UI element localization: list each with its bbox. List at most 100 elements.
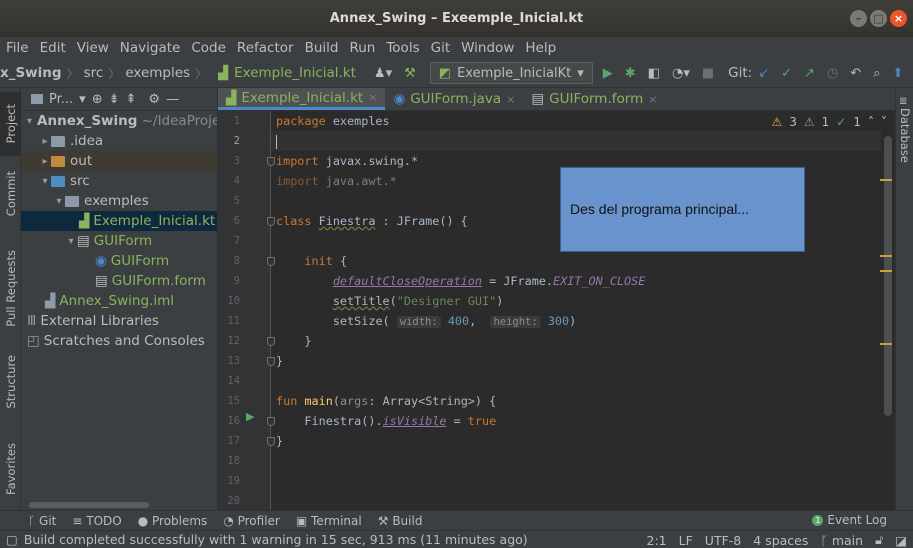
menu-window[interactable]: Window bbox=[461, 40, 514, 56]
menu-run[interactable]: Run bbox=[349, 40, 375, 56]
fold-icon[interactable] bbox=[267, 257, 275, 266]
breadcrumb-exemples[interactable]: exemples bbox=[125, 65, 190, 81]
tool-tab-structure[interactable]: Structure bbox=[0, 346, 21, 418]
minimize-button[interactable]: – bbox=[850, 10, 867, 27]
tree-item-external-libraries[interactable]: Ⅲ External Libraries bbox=[21, 311, 217, 331]
tool-tab-pull-requests[interactable]: Pull Requests bbox=[0, 238, 21, 338]
close-icon[interactable]: × bbox=[506, 93, 515, 106]
breadcrumb-project[interactable]: x_Swing bbox=[0, 65, 62, 81]
fold-icon[interactable] bbox=[267, 217, 275, 226]
tree-item-out[interactable]: ▸ out bbox=[21, 151, 217, 171]
debug-icon[interactable]: ✱ bbox=[625, 66, 636, 81]
line-number: 10 bbox=[227, 295, 240, 307]
menu-code[interactable]: Code bbox=[191, 40, 226, 56]
inspection-widget[interactable]: ⚠ 3 ⚠ 1 ✓ 1 ˄ ˅ bbox=[771, 115, 887, 129]
collapse-all-icon[interactable]: ⇞ bbox=[126, 92, 137, 107]
close-icon[interactable]: × bbox=[368, 91, 377, 104]
fold-icon[interactable] bbox=[267, 417, 275, 426]
tree-item-exemple-inicial[interactable]: ▟ Exemple_Inicial.kt bbox=[21, 211, 217, 231]
lock-icon[interactable]: 🔓︎ bbox=[875, 532, 883, 548]
tree-item-guiform-folder[interactable]: ▾ ▤ GUIForm bbox=[21, 231, 217, 251]
tab-exemple-inicial[interactable]: ▟ Exemple_Inicial.kt × bbox=[218, 88, 386, 110]
tree-item-exemples[interactable]: ▾ exemples bbox=[21, 191, 217, 211]
tool-tab-project[interactable]: Project bbox=[0, 92, 21, 156]
tree-item-idea[interactable]: ▸ .idea bbox=[21, 131, 217, 151]
status-message[interactable]: Build completed successfully with 1 warn… bbox=[24, 532, 528, 547]
fold-icon[interactable] bbox=[267, 157, 275, 166]
search-icon[interactable]: ⌕ bbox=[873, 66, 880, 81]
run-icon[interactable]: ▶ bbox=[603, 66, 613, 81]
tree-item-guiform-class[interactable]: ◉ GUIForm bbox=[21, 251, 217, 271]
stop-icon[interactable]: ■ bbox=[702, 66, 714, 81]
warning-marker[interactable] bbox=[880, 270, 892, 272]
user-add-icon[interactable]: ♟▾ bbox=[374, 66, 392, 81]
fold-icon[interactable] bbox=[267, 437, 275, 446]
profile-icon[interactable]: ◔▾ bbox=[672, 66, 690, 81]
project-view-select[interactable]: Pr... bbox=[49, 92, 73, 107]
menu-edit[interactable]: Edit bbox=[40, 40, 66, 56]
horizontal-scrollbar[interactable] bbox=[29, 502, 149, 508]
tree-item-src[interactable]: ▾ src bbox=[21, 171, 217, 191]
maximize-button[interactable]: □ bbox=[870, 10, 887, 27]
warning-marker[interactable] bbox=[880, 255, 892, 257]
event-log-button[interactable]: 1 Event Log bbox=[812, 513, 887, 527]
hide-panel-icon[interactable]: — bbox=[166, 92, 179, 107]
vertical-scrollbar[interactable] bbox=[884, 136, 892, 416]
tree-item-scratches[interactable]: ◰ Scratches and Consoles bbox=[21, 331, 217, 351]
fold-icon[interactable] bbox=[267, 337, 275, 346]
menu-view[interactable]: View bbox=[77, 40, 109, 56]
caret-position[interactable]: 2:1 bbox=[647, 533, 667, 548]
indent-setting[interactable]: 4 spaces bbox=[753, 533, 808, 548]
tree-item-iml[interactable]: ▟ Annex_Swing.iml bbox=[21, 291, 217, 311]
tool-window-todo[interactable]: ≡ TODO bbox=[72, 514, 121, 528]
git-push-icon[interactable]: ↗ bbox=[804, 66, 815, 81]
git-commit-icon[interactable]: ✓ bbox=[781, 66, 792, 81]
history-icon[interactable]: ◷ bbox=[827, 66, 838, 81]
tool-tab-favorites[interactable]: Favorites bbox=[0, 432, 21, 506]
memory-icon[interactable]: ◪ bbox=[895, 533, 907, 548]
git-branch-widget[interactable]: ᚴ main bbox=[820, 533, 863, 548]
toggle-tool-windows-icon[interactable]: ▢ bbox=[6, 532, 18, 547]
menu-tools[interactable]: Tools bbox=[386, 40, 419, 56]
warning-marker[interactable] bbox=[880, 179, 892, 181]
file-encoding[interactable]: UTF-8 bbox=[705, 533, 741, 548]
close-button[interactable]: × bbox=[890, 10, 907, 27]
fold-icon[interactable] bbox=[267, 357, 275, 366]
menu-build[interactable]: Build bbox=[305, 40, 339, 56]
menu-refactor[interactable]: Refactor bbox=[237, 40, 294, 56]
line-number-gutter[interactable]: 1 2 3 4 5 6 7 8 9 10 11 12 13 14 15 16 1… bbox=[218, 111, 275, 510]
tree-item-guiform-form[interactable]: ▤ GUIForm.form bbox=[21, 271, 217, 291]
menu-file[interactable]: File bbox=[6, 40, 29, 56]
tool-window-profiler[interactable]: ◔ Profiler bbox=[223, 514, 280, 528]
tab-guiform-java[interactable]: ◉ GUIForm.java × bbox=[385, 88, 523, 110]
tool-window-problems[interactable]: ● Problems bbox=[138, 514, 208, 528]
rollback-icon[interactable]: ↶ bbox=[850, 66, 861, 81]
chevron-down-icon[interactable]: ˅ bbox=[881, 115, 887, 129]
tool-tab-commit[interactable]: Commit bbox=[0, 164, 21, 224]
breadcrumb-src[interactable]: src bbox=[84, 65, 104, 81]
tree-item-annex-swing[interactable]: ▾ Annex_Swing ~/IdeaProjec bbox=[21, 111, 217, 131]
expand-all-icon[interactable]: ⇟ bbox=[109, 92, 120, 107]
run-gutter-icon[interactable]: ▶ bbox=[246, 410, 254, 423]
menu-navigate[interactable]: Navigate bbox=[120, 40, 181, 56]
run-configuration-select[interactable]: ◩ Exemple_InicialKt ▾ bbox=[429, 62, 593, 84]
tab-guiform-form[interactable]: ▤ GUIForm.form × bbox=[523, 88, 665, 110]
chevron-down-icon[interactable]: ▾ bbox=[79, 92, 86, 107]
tool-window-terminal[interactable]: ▣ Terminal bbox=[296, 514, 362, 528]
gear-icon[interactable]: ⚙ bbox=[148, 92, 160, 107]
breadcrumb-file[interactable]: Exemple_Inicial.kt bbox=[234, 65, 356, 81]
coverage-icon[interactable]: ◧ bbox=[648, 66, 660, 81]
update-ide-icon[interactable]: ⬆ bbox=[892, 66, 903, 81]
line-separator[interactable]: LF bbox=[679, 533, 693, 548]
tool-window-git[interactable]: ᚴ Git bbox=[28, 514, 56, 528]
git-update-icon[interactable]: ↙ bbox=[758, 66, 769, 81]
chevron-up-icon[interactable]: ˄ bbox=[868, 115, 874, 129]
close-icon[interactable]: × bbox=[648, 93, 657, 106]
locate-icon[interactable]: ⊕ bbox=[92, 92, 103, 107]
tool-window-build[interactable]: ⚒ Build bbox=[378, 514, 423, 528]
build-hammer-icon[interactable]: ⚒ bbox=[404, 66, 416, 81]
menu-help[interactable]: Help bbox=[525, 40, 556, 56]
warning-marker[interactable] bbox=[880, 343, 892, 345]
menu-git[interactable]: Git bbox=[431, 40, 451, 56]
tool-tab-database[interactable]: Database bbox=[898, 108, 912, 163]
